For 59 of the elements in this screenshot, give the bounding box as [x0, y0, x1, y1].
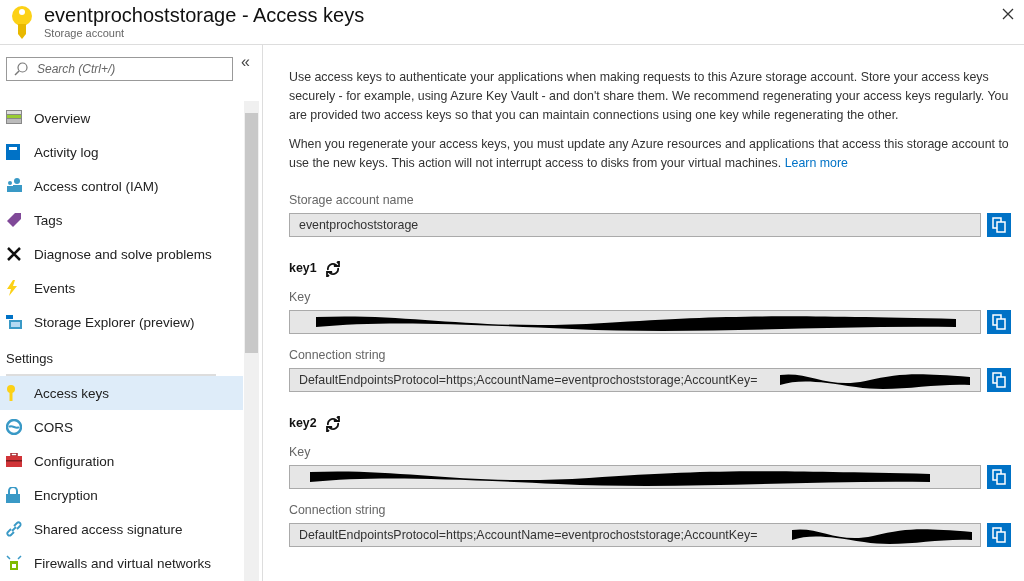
field-label: Key	[289, 289, 312, 306]
section-heading: Settings	[5, 350, 54, 368]
copy-button[interactable]	[987, 465, 1011, 489]
explorer-icon	[6, 314, 22, 330]
connection-string-field[interactable]: DefaultEndpointsProtocol=https;AccountName=eventprochoststorage;AccountKey=	[289, 368, 981, 392]
key-title: key1	[289, 260, 317, 277]
regenerate-icon[interactable]	[324, 260, 341, 277]
sidebar-item[interactable]: Overview	[0, 101, 243, 135]
page-title: eventprochoststorage - Access keys	[44, 4, 365, 26]
field-label: Storage account name	[289, 192, 415, 209]
toolbox-icon	[6, 453, 22, 467]
field-label: Connection string	[289, 347, 387, 364]
sidebar-item[interactable]: Shared access signature	[0, 512, 243, 546]
connection-string-text: DefaultEndpointsProtocol=https;AccountName=eventprochoststorage;AccountKey=	[299, 371, 758, 389]
tools-icon	[6, 246, 22, 262]
key-field[interactable]	[289, 310, 981, 334]
sidebar-item[interactable]: Configuration	[0, 444, 243, 478]
firewall-icon	[6, 555, 22, 571]
globe-icon	[6, 419, 22, 435]
log-book-icon	[6, 144, 20, 160]
key-field[interactable]	[289, 465, 981, 489]
key-icon	[6, 385, 16, 401]
copy-button[interactable]	[987, 368, 1011, 392]
regenerate-icon[interactable]	[324, 415, 341, 432]
tag-icon	[6, 212, 22, 228]
connection-string-field[interactable]: DefaultEndpointsProtocol=https;AccountName=eventprochoststorage;AccountKey=	[289, 523, 981, 547]
sidebar-item[interactable]: Diagnose and solve problems	[0, 237, 243, 271]
collapse-button[interactable]: «	[241, 57, 250, 67]
copy-button[interactable]	[987, 523, 1011, 547]
field-label: Connection string	[289, 502, 387, 519]
sidebar-item[interactable]: CORS	[0, 410, 243, 444]
key-title: key2	[289, 415, 317, 432]
link-icon	[6, 521, 22, 537]
sidebar-item[interactable]: Activity log	[0, 135, 243, 169]
page-subtitle: Storage account	[44, 27, 126, 39]
search-field[interactable]: Search (Ctrl+/)	[6, 57, 233, 81]
lock-icon	[6, 487, 20, 503]
scrollbar[interactable]	[244, 101, 259, 581]
description-text: Use access keys to authenticate your applications when making requests to this Azure storage account. Store your access keys securely - for example, using Azure Key Vault - and don't share them. We recommend regenerating your access keys regularly. You are provided two access keys so that you can maintain connections using one key while regenerating the other.	[289, 69, 1010, 124]
sidebar-item[interactable]: Firewalls and virtual networks	[0, 546, 243, 580]
copy-button[interactable]	[987, 310, 1011, 334]
account-name-field[interactable]: eventprochoststorage	[289, 213, 981, 237]
close-icon[interactable]	[1002, 8, 1014, 20]
sidebar-item[interactable]: Access control (IAM)	[0, 169, 243, 203]
description-text: When you regenerate your access keys, you must update any Azure resources and applications that access this storage account to use the new keys. This action will not interrupt access to disks from your virtual machines. Learn more	[289, 136, 1010, 172]
lightning-icon	[6, 280, 18, 296]
connection-string-text: DefaultEndpointsProtocol=https;AccountName=eventprochoststorage;AccountKey=	[299, 526, 758, 544]
overview-icon	[6, 110, 22, 124]
field-label: Key	[289, 444, 312, 461]
search-icon	[14, 62, 28, 76]
learn-more-link[interactable]: Learn more	[784, 156, 848, 170]
sidebar-item[interactable]: Encryption	[0, 478, 243, 512]
sidebar-item[interactable]: Access keys	[0, 376, 243, 410]
key-icon	[10, 6, 34, 40]
sidebar-item[interactable]: Storage Explorer (preview)	[0, 305, 243, 339]
sidebar-item[interactable]: Events	[0, 271, 243, 305]
copy-button[interactable]	[987, 213, 1011, 237]
sidebar-item[interactable]: Tags	[0, 203, 243, 237]
people-icon	[6, 178, 22, 192]
